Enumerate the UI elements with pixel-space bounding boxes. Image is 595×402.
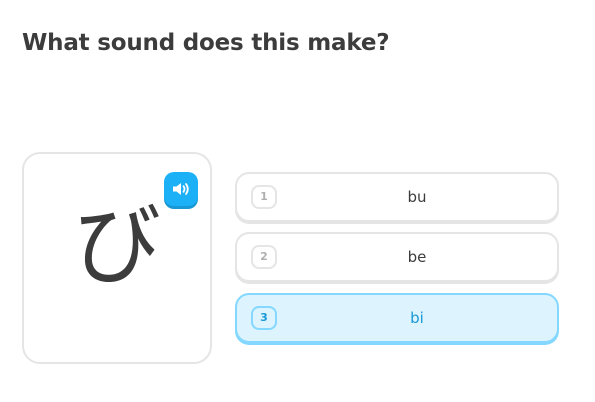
answer-option-2[interactable]: 2 be [235,232,559,282]
kana-character: び [72,194,161,297]
option-label: be [407,248,427,266]
answer-option-1[interactable]: 1 bu [235,172,559,222]
option-label: bi [410,309,424,327]
option-key-badge: 2 [251,245,277,269]
speaker-icon [171,181,191,197]
option-key-badge: 3 [251,306,277,330]
option-label: bu [407,188,427,206]
page-title: What sound does this make? [22,30,390,56]
option-key-badge: 1 [251,185,277,209]
play-audio-button[interactable] [164,172,198,206]
answer-option-3[interactable]: 3 bi [235,293,559,343]
character-card: び [22,152,212,364]
